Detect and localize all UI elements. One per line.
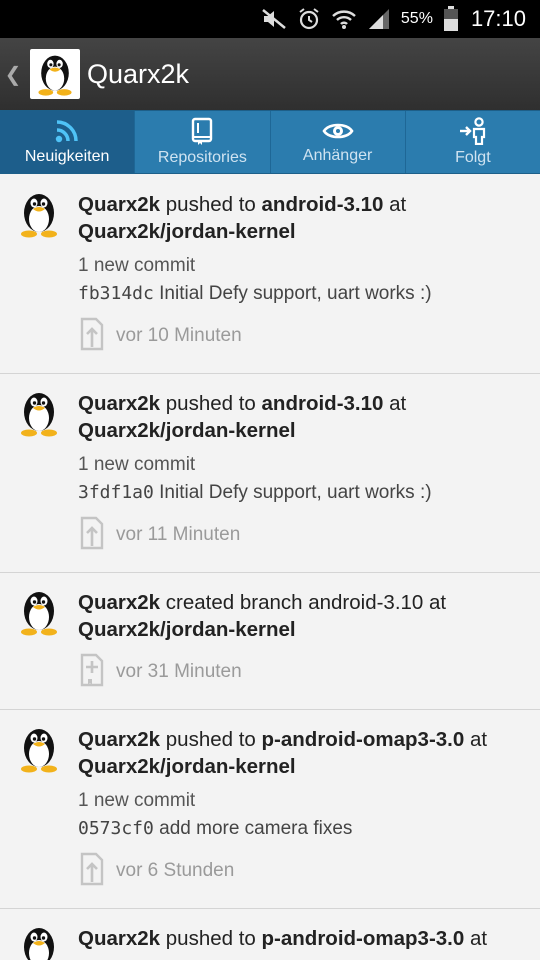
event-user[interactable]: Quarx2k <box>78 193 160 216</box>
event-headline: Quarx2k pushed to p-android-omap3-3.0 at… <box>78 726 526 780</box>
event-target[interactable]: android-3.10 <box>262 193 384 216</box>
event-user[interactable]: Quarx2k <box>78 927 160 950</box>
event-action: pushed to <box>165 392 256 415</box>
tab-label: Folgt <box>455 149 491 166</box>
list-item[interactable]: Quarx2k pushed to p-android-omap3-3.0 at <box>0 909 540 960</box>
event-headline: Quarx2k pushed to android-3.10 at Quarx2… <box>78 390 526 444</box>
event-repo[interactable]: Quarx2k/jordan-kernel <box>78 755 296 778</box>
tux-avatar-icon[interactable] <box>14 923 64 960</box>
tux-avatar-icon[interactable] <box>14 587 64 637</box>
event-user[interactable]: Quarx2k <box>78 728 160 751</box>
action-bar: ❮ Quarx2k <box>0 38 540 110</box>
list-item[interactable]: Quarx2k pushed to p-android-omap3-3.0 at… <box>0 710 540 909</box>
commit-count: 1 new commit <box>78 255 196 276</box>
push-icon <box>78 852 106 890</box>
commit-line[interactable]: 3fdf1a0 Initial Defy support, uart works… <box>78 482 526 504</box>
alarm-icon <box>297 7 321 31</box>
list-item[interactable]: Quarx2k created branch android-3.10 at Q… <box>0 573 540 710</box>
event-action: pushed to <box>165 193 256 216</box>
event-meta: vor 31 Minuten <box>78 653 526 691</box>
commit-sha: fb314dc <box>78 283 154 304</box>
tab-label: Anhänger <box>302 147 373 164</box>
commit-line[interactable]: 0573cf0 add more camera fixes <box>78 818 526 840</box>
book-icon <box>190 117 214 145</box>
event-meta: vor 6 Stunden <box>78 852 526 890</box>
commit-sha: 3fdf1a0 <box>78 482 154 503</box>
news-feed: Quarx2k pushed to android-3.10 at Quarx2… <box>0 175 540 960</box>
tab-neuigkeiten[interactable]: Neuigkeiten <box>0 111 136 173</box>
tux-avatar-icon[interactable] <box>14 724 64 774</box>
tab-label: Repositories <box>157 149 247 166</box>
tux-avatar-icon[interactable] <box>14 388 64 438</box>
commit-count: 1 new commit <box>78 790 196 811</box>
tab-folgt[interactable]: Folgt <box>406 111 540 173</box>
event-connector: at <box>389 193 407 216</box>
event-time: vor 6 Stunden <box>116 860 235 881</box>
event-repo[interactable]: Quarx2k/jordan-kernel <box>78 220 296 243</box>
event-headline: Quarx2k pushed to android-3.10 at Quarx2… <box>78 191 526 245</box>
event-user[interactable]: Quarx2k <box>78 591 160 614</box>
follow-icon <box>458 117 488 145</box>
status-bar: 55% 17:10 <box>0 0 540 38</box>
avatar[interactable] <box>30 49 80 99</box>
event-connector: at <box>429 591 447 614</box>
signal-icon <box>367 8 391 30</box>
event-headline: Quarx2k created branch android-3.10 at Q… <box>78 589 526 643</box>
page-title: Quarx2k <box>87 58 190 89</box>
event-repo[interactable]: Quarx2k/jordan-kernel <box>78 419 296 442</box>
event-target[interactable]: android-3.10 <box>262 392 384 415</box>
event-time: vor 10 Minuten <box>116 325 242 346</box>
rss-icon <box>54 118 80 144</box>
commit-message: add more camera fixes <box>159 818 353 839</box>
event-user[interactable]: Quarx2k <box>78 392 160 415</box>
commit-count: 1 new commit <box>78 454 196 475</box>
event-connector: at <box>389 392 407 415</box>
tab-bar: Neuigkeiten Repositories Anhänger Folgt <box>0 110 540 174</box>
tab-label: Neuigkeiten <box>24 148 110 165</box>
commit-sha: 0573cf0 <box>78 818 154 839</box>
commit-message: Initial Defy support, uart works :) <box>159 283 432 304</box>
event-action: pushed to <box>165 728 256 751</box>
event-time: vor 31 Minuten <box>116 661 242 682</box>
battery-icon <box>443 6 459 32</box>
event-action: pushed to <box>165 927 256 950</box>
event-meta: vor 10 Minuten <box>78 317 526 355</box>
battery-percent: 55% <box>400 10 433 27</box>
event-headline: Quarx2k pushed to p-android-omap3-3.0 at <box>78 925 526 952</box>
event-target[interactable]: p-android-omap3-3.0 <box>262 728 465 751</box>
event-connector: at <box>469 927 488 950</box>
back-chevron-icon[interactable]: ❮ <box>2 38 24 110</box>
mute-icon <box>261 8 287 30</box>
push-icon <box>78 516 106 554</box>
tux-avatar-icon <box>38 55 72 96</box>
event-repo[interactable]: Quarx2k/jordan-kernel <box>78 618 296 641</box>
clock: 17:10 <box>470 6 526 31</box>
create-branch-icon <box>78 653 106 691</box>
commit-line[interactable]: fb314dc Initial Defy support, uart works… <box>78 283 526 305</box>
wifi-icon <box>331 8 357 30</box>
event-action: created branch android-3.10 <box>165 591 424 614</box>
tux-avatar-icon[interactable] <box>14 189 64 239</box>
event-meta: vor 11 Minuten <box>78 516 526 554</box>
list-item[interactable]: Quarx2k pushed to android-3.10 at Quarx2… <box>0 374 540 573</box>
eye-icon <box>322 119 354 143</box>
event-target[interactable]: p-android-omap3-3.0 <box>262 927 465 950</box>
event-time: vor 11 Minuten <box>116 524 241 545</box>
tab-repositories[interactable]: Repositories <box>135 111 271 173</box>
event-connector: at <box>469 728 488 751</box>
commit-message: Initial Defy support, uart works :) <box>159 482 432 503</box>
push-icon <box>78 317 106 355</box>
list-item[interactable]: Quarx2k pushed to android-3.10 at Quarx2… <box>0 175 540 374</box>
tab-anhaenger[interactable]: Anhänger <box>271 111 406 173</box>
